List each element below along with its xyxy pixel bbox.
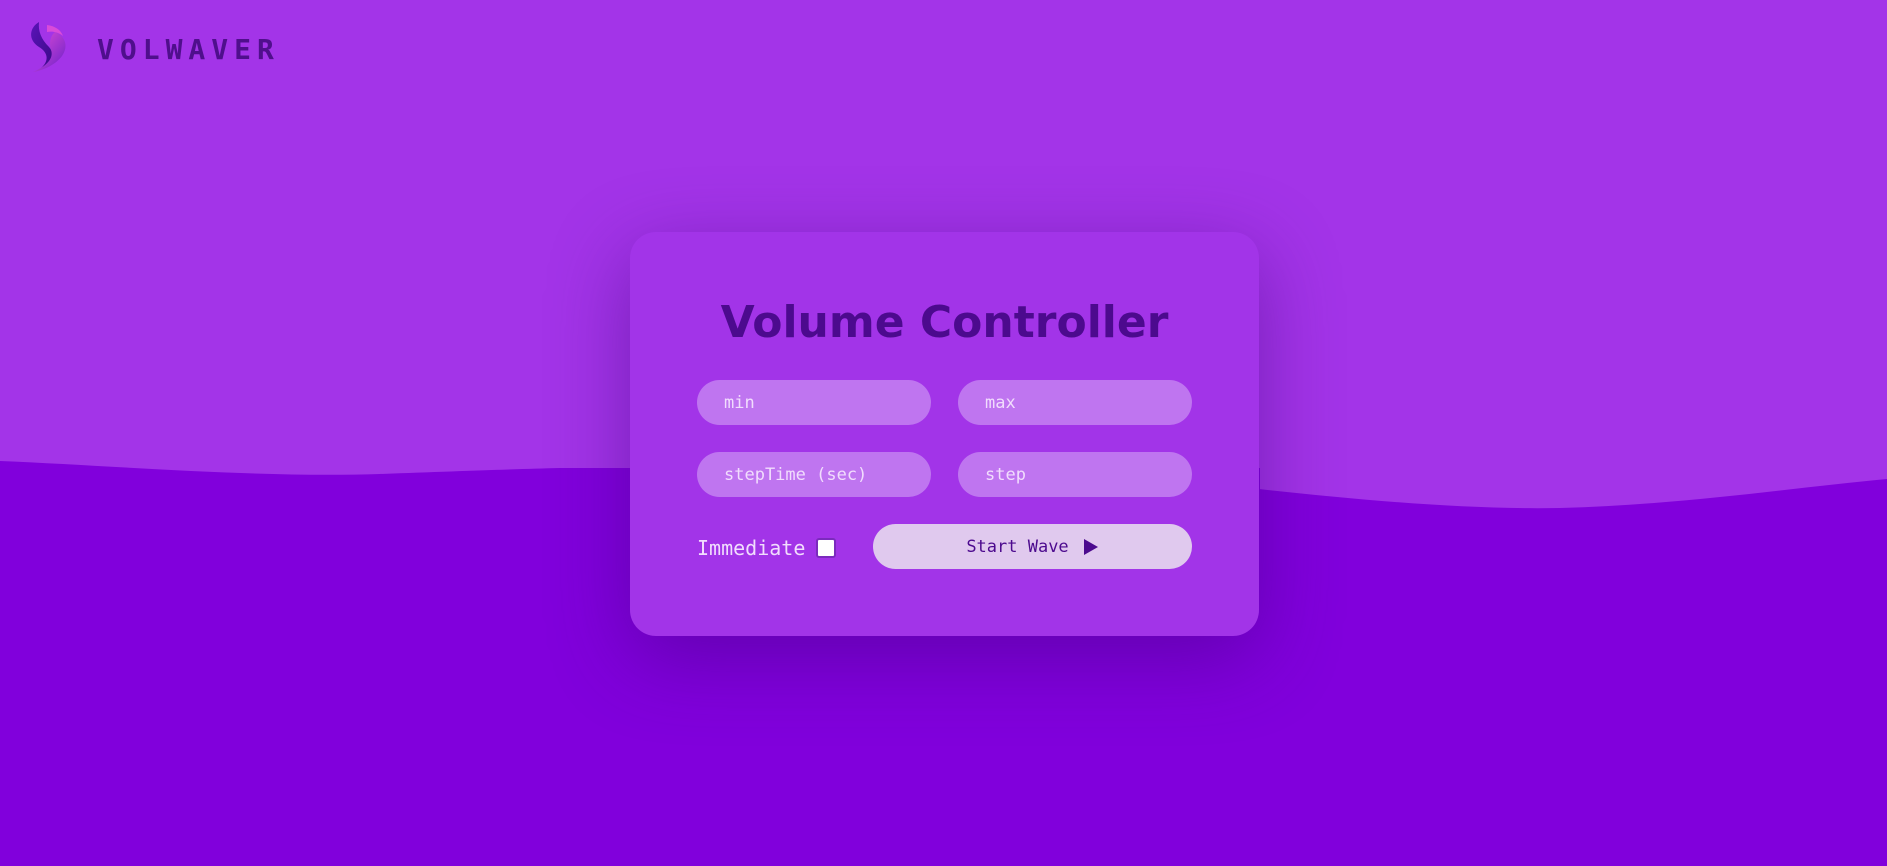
play-icon <box>1083 538 1098 555</box>
immediate-option: Immediate <box>697 536 837 560</box>
start-wave-label: Start Wave <box>966 536 1069 557</box>
start-wave-button[interactable]: Start Wave <box>873 524 1192 569</box>
step-time-input[interactable]: stepTime (sec) <box>697 452 931 497</box>
immediate-label: Immediate <box>697 536 806 560</box>
immediate-checkbox[interactable] <box>816 538 837 558</box>
brand-header: VOLWAVER <box>25 20 280 78</box>
volume-controller-card: Volume Controller min max stepTime (sec)… <box>630 232 1259 636</box>
max-input[interactable]: max <box>958 380 1192 425</box>
swirl-s-logo-icon <box>31 22 66 72</box>
card-title: Volume Controller <box>720 297 1169 348</box>
step-input[interactable]: step <box>958 452 1192 497</box>
min-input[interactable]: min <box>697 380 931 425</box>
brand-name: VOLWAVER <box>97 32 280 66</box>
